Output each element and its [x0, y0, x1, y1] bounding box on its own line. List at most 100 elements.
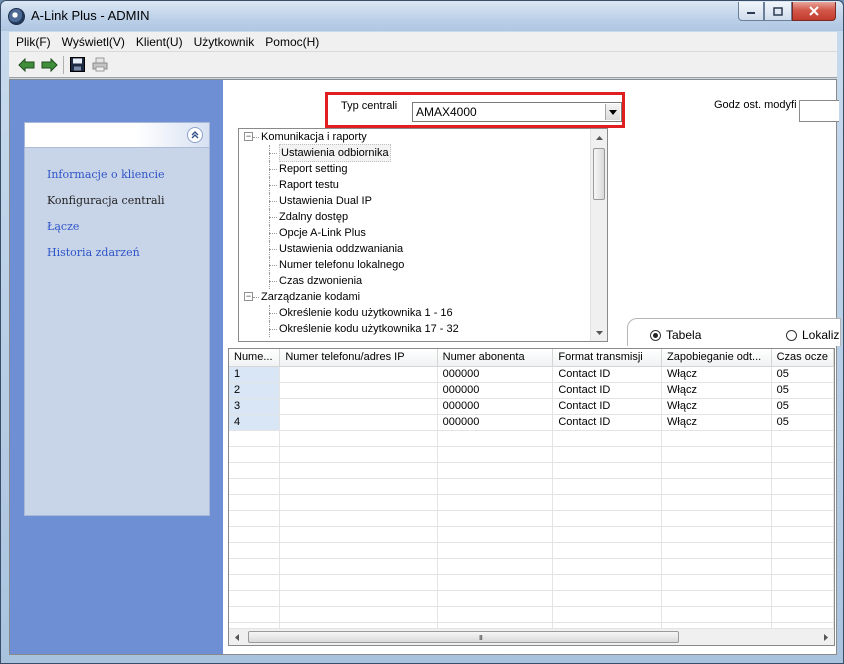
- nav-historia-zdarzen[interactable]: Historia zdarzeń: [47, 240, 209, 266]
- table-cell[interactable]: 000000: [437, 398, 554, 415]
- column-header[interactable]: Czas ocze: [771, 349, 834, 367]
- table-cell[interactable]: 4: [229, 414, 281, 431]
- scroll-up-button[interactable]: [591, 129, 607, 146]
- empty-cell: [552, 606, 663, 623]
- tree-node[interactable]: Opcje A-Link Plus: [239, 225, 591, 241]
- nav-informacje-o-kliencie[interactable]: Informacje o kliencie: [47, 162, 209, 188]
- print-button[interactable]: [90, 55, 109, 74]
- tree-node[interactable]: Numer telefonu lokalnego: [239, 257, 591, 273]
- tree-node[interactable]: Określenie kodu użytkownika 1 - 16: [239, 305, 591, 321]
- empty-cell: [279, 494, 438, 511]
- column-header[interactable]: Format transmisji: [552, 349, 663, 367]
- menu-uzytkownik[interactable]: Użytkownik: [194, 35, 255, 49]
- view-toggle: Tabela Lokaliz: [627, 318, 841, 346]
- scroll-right-button[interactable]: [818, 629, 834, 645]
- radio-lokalizacja[interactable]: Lokaliz: [786, 328, 839, 342]
- table-cell[interactable]: [279, 382, 438, 399]
- tree-node[interactable]: Zdalny dostęp: [239, 209, 591, 225]
- nav-lacze[interactable]: Łącze: [47, 214, 209, 240]
- column-header[interactable]: Nume...: [229, 349, 281, 367]
- grid-scroll-thumb[interactable]: III: [248, 631, 679, 643]
- back-button[interactable]: [17, 55, 36, 74]
- tree-node[interactable]: Report setting: [239, 161, 591, 177]
- table-cell[interactable]: 000000: [437, 366, 554, 383]
- empty-cell: [437, 430, 554, 447]
- column-header[interactable]: Zapobieganie odt...: [661, 349, 772, 367]
- table-cell[interactable]: [279, 398, 438, 415]
- empty-cell: [437, 574, 554, 591]
- maximize-button[interactable]: [764, 2, 792, 21]
- typ-centrali-select[interactable]: AMAX4000: [412, 102, 622, 122]
- table-cell[interactable]: 000000: [437, 382, 554, 399]
- tree-node[interactable]: Ustawienia oddzwaniania: [239, 241, 591, 257]
- table-cell[interactable]: Contact ID: [552, 366, 663, 383]
- save-button[interactable]: [68, 55, 87, 74]
- title-bar[interactable]: A-Link Plus - ADMIN: [1, 1, 843, 31]
- tree-vertical-scrollbar[interactable]: [590, 129, 607, 341]
- table-cell[interactable]: Contact ID: [552, 414, 663, 431]
- nav-konfiguracja-centrali[interactable]: Konfiguracja centrali: [47, 188, 209, 214]
- table-row[interactable]: 3 000000 Contact ID Włącz 05: [229, 398, 834, 415]
- tree-node[interactable]: Czas dzwonienia: [239, 273, 591, 289]
- column-header[interactable]: Numer abonenta: [437, 349, 554, 367]
- column-header[interactable]: Numer telefonu/adres IP: [279, 349, 438, 367]
- collapse-minus-icon[interactable]: −: [244, 292, 253, 301]
- tree-node[interactable]: − Komunikacja i raporty: [239, 129, 591, 145]
- table-row[interactable]: 2 000000 Contact ID Włącz 05: [229, 382, 834, 399]
- empty-row: [229, 606, 834, 623]
- table-cell[interactable]: [279, 414, 438, 431]
- nav-box-header: [25, 123, 209, 148]
- table-cell[interactable]: Włącz: [661, 398, 772, 415]
- table-cell[interactable]: 05: [771, 398, 834, 415]
- menu-plik[interactable]: Plik(F): [16, 35, 51, 49]
- dropdown-button[interactable]: [605, 104, 620, 120]
- tree-scroll-thumb[interactable]: [593, 148, 605, 200]
- table-cell[interactable]: 05: [771, 366, 834, 383]
- tree-connector: [269, 153, 277, 154]
- menu-pomoc[interactable]: Pomoc(H): [265, 35, 319, 49]
- tree-node-label: Określenie kodu użytkownika 17 - 32: [279, 323, 459, 335]
- collapse-minus-icon[interactable]: −: [244, 132, 253, 141]
- tree-node[interactable]: Określenie kodu użytkownika 17 - 32: [239, 321, 591, 337]
- toolbar-separator: [63, 55, 64, 74]
- empty-cell: [661, 494, 772, 511]
- table-cell[interactable]: 05: [771, 382, 834, 399]
- table-row[interactable]: 4 000000 Contact ID Włącz 05: [229, 414, 834, 431]
- table-cell[interactable]: Contact ID: [552, 382, 663, 399]
- empty-cell: [229, 558, 281, 575]
- empty-cell: [229, 526, 281, 543]
- table-cell[interactable]: Włącz: [661, 366, 772, 383]
- table-cell[interactable]: 000000: [437, 414, 554, 431]
- table-cell[interactable]: Contact ID: [552, 398, 663, 415]
- scroll-down-button[interactable]: [591, 324, 607, 341]
- maximize-icon: [773, 6, 783, 16]
- empty-cell: [661, 510, 772, 527]
- table-row[interactable]: 1 000000 Contact ID Włącz 05: [229, 366, 834, 383]
- empty-cell: [771, 462, 834, 479]
- table-cell[interactable]: Włącz: [661, 382, 772, 399]
- close-button[interactable]: [792, 2, 836, 21]
- tree-node[interactable]: Ustawienia odbiornika: [239, 144, 591, 162]
- minimize-button[interactable]: [738, 2, 764, 21]
- godz-input[interactable]: [799, 100, 839, 122]
- scroll-left-button[interactable]: [229, 629, 245, 645]
- menu-klient[interactable]: Klient(U): [136, 35, 183, 49]
- table-cell[interactable]: Włącz: [661, 414, 772, 431]
- table-cell[interactable]: 1: [229, 366, 281, 383]
- tree-node[interactable]: Raport testu: [239, 177, 591, 193]
- tree-node[interactable]: − Zarządzanie kodami: [239, 289, 591, 305]
- scroll-right-icon: [824, 634, 828, 641]
- empty-cell: [437, 462, 554, 479]
- tree-node[interactable]: Ustawienia Dual IP: [239, 193, 591, 209]
- table-cell[interactable]: 05: [771, 414, 834, 431]
- forward-button[interactable]: [39, 55, 58, 74]
- grid-horizontal-scrollbar[interactable]: III: [229, 628, 834, 645]
- radio-tabela[interactable]: Tabela: [650, 328, 701, 342]
- collapse-button[interactable]: [187, 127, 203, 143]
- empty-cell: [279, 590, 438, 607]
- menu-wyswietl[interactable]: Wyświetl(V): [62, 35, 125, 49]
- table-cell[interactable]: 2: [229, 382, 281, 399]
- table-cell[interactable]: [279, 366, 438, 383]
- window-title: A-Link Plus - ADMIN: [31, 8, 150, 23]
- table-cell[interactable]: 3: [229, 398, 281, 415]
